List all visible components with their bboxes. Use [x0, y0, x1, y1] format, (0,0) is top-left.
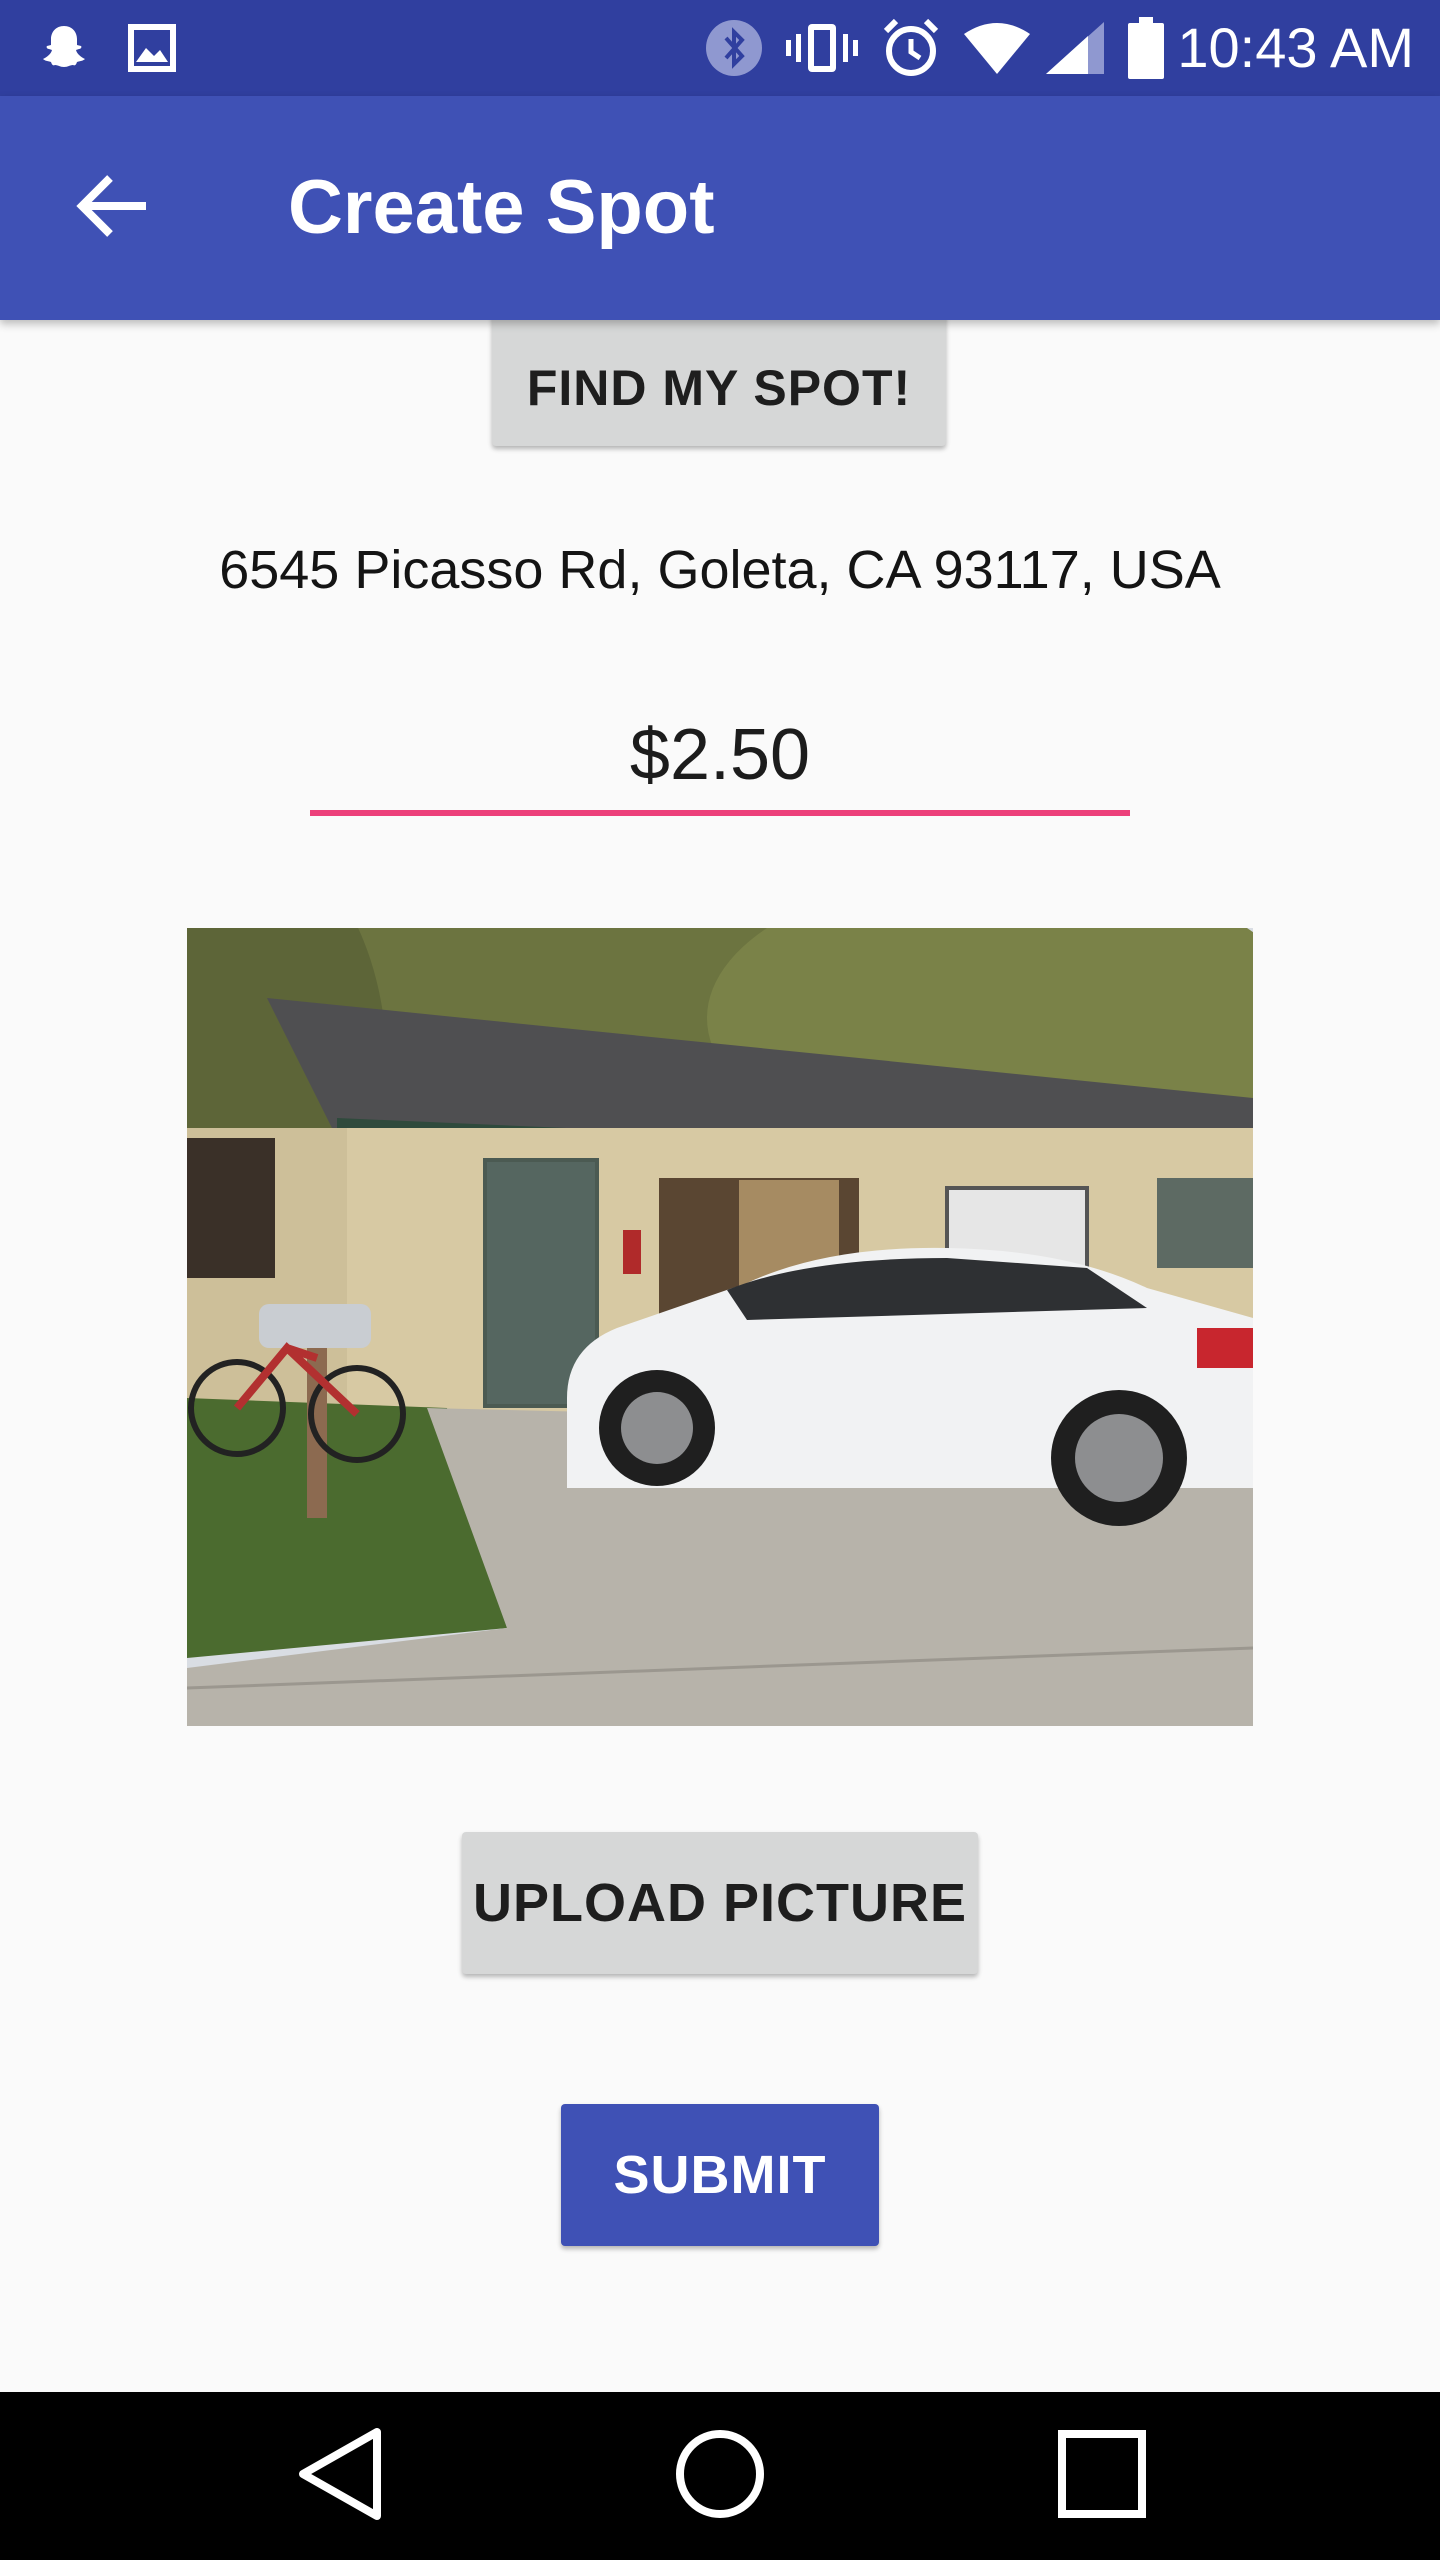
nav-back-button[interactable] — [270, 2416, 410, 2536]
page-title: Create Spot — [288, 165, 715, 250]
navigation-bar — [0, 2392, 1440, 2560]
back-triangle-icon — [295, 2426, 385, 2527]
status-time: 10:43 AM — [1177, 16, 1414, 79]
price-field[interactable] — [310, 700, 1130, 816]
spot-photo — [187, 928, 1253, 1726]
back-arrow-icon — [76, 174, 148, 243]
status-bar: 10:43 AM — [0, 0, 1440, 96]
gallery-icon — [122, 18, 182, 78]
address-text: 6545 Picasso Rd, Goleta, CA 93117, USA — [219, 540, 1221, 600]
signal-icon — [1042, 18, 1108, 78]
upload-picture-button[interactable]: UPLOAD PICTURE — [462, 1832, 978, 1974]
nav-recents-button[interactable] — [1032, 2416, 1172, 2536]
vibrate-icon — [784, 18, 860, 78]
submit-button[interactable]: SUBMIT — [561, 2104, 879, 2246]
wifi-icon — [962, 18, 1032, 78]
back-button[interactable] — [56, 152, 168, 264]
app-bar: Create Spot — [0, 96, 1440, 320]
bluetooth-icon — [702, 18, 766, 78]
battery-icon — [1124, 17, 1168, 79]
find-my-spot-button[interactable]: FIND MY SPOT! — [492, 310, 946, 446]
recents-square-icon — [1056, 2428, 1148, 2525]
price-input[interactable] — [310, 700, 1130, 810]
alarm-icon — [878, 18, 944, 78]
snapchat-icon — [34, 18, 94, 78]
spot-photo-image — [187, 928, 1253, 1726]
home-circle-icon — [672, 2426, 768, 2527]
nav-home-button[interactable] — [650, 2416, 790, 2536]
